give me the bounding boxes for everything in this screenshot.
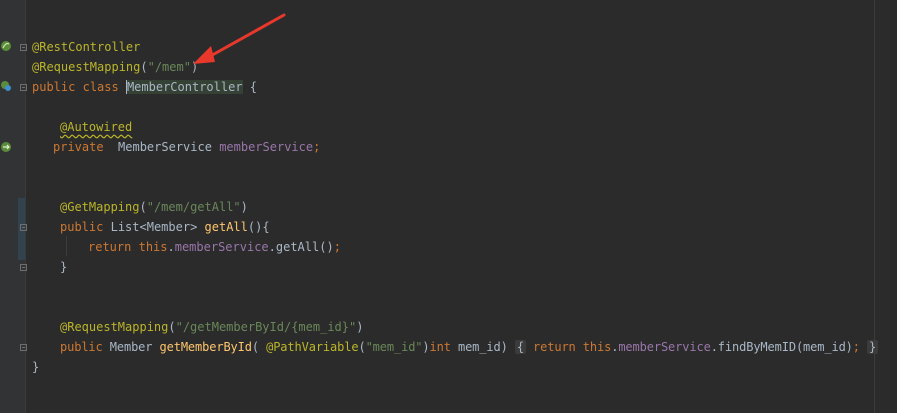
code-line-2[interactable]: @RequestMapping("/mem") xyxy=(32,57,198,77)
indent-guide xyxy=(66,236,67,256)
red-arrow-icon xyxy=(193,13,286,64)
fold-marker-icon[interactable] xyxy=(20,344,27,351)
member-service-field: memberService xyxy=(219,140,314,154)
annotation-autowired: @Autowired xyxy=(60,120,133,134)
code-line-10[interactable]: public List<Member> getAll(){ xyxy=(60,217,270,237)
code-line-6[interactable]: private MemberService memberService; xyxy=(53,137,320,157)
annotation-request-mapping: @RequestMapping xyxy=(32,60,141,74)
code-line-9[interactable]: @GetMapping("/mem/getAll") xyxy=(60,197,248,217)
code-line-3[interactable]: public class MemberController { xyxy=(32,77,257,97)
code-line-12[interactable]: } xyxy=(60,257,67,277)
class-name: MemberController xyxy=(125,80,243,94)
fold-marker-icon[interactable] xyxy=(20,84,27,91)
code-line-1[interactable]: @RestController xyxy=(32,37,140,57)
annotation-rest-controller: @RestController xyxy=(32,40,141,54)
code-line-16[interactable]: public Member getMemberById( @PathVariab… xyxy=(60,337,879,357)
code-line-5[interactable]: @Autowired xyxy=(60,117,132,137)
spring-injection-icon[interactable] xyxy=(0,141,12,153)
fold-marker-icon[interactable] xyxy=(20,224,27,231)
fold-marker-icon[interactable] xyxy=(20,264,27,271)
spring-bean-icon[interactable] xyxy=(0,40,12,52)
folded-block-open[interactable]: { xyxy=(514,340,526,354)
fold-marker-icon[interactable] xyxy=(20,44,27,51)
spring-mapping-icon[interactable] xyxy=(0,80,12,92)
code-line-11[interactable]: return this.memberService.getAll(); xyxy=(88,237,341,257)
folded-block-close[interactable]: } xyxy=(867,340,879,354)
code-line-15[interactable]: @RequestMapping("/getMemberById/{mem_id}… xyxy=(60,317,363,337)
annotation-request-mapping-2: @RequestMapping xyxy=(60,320,169,334)
method-get-member-by-id: getMemberById xyxy=(159,340,252,354)
code-line-17[interactable]: } xyxy=(32,357,39,377)
annotation-get-mapping: @GetMapping xyxy=(60,200,140,214)
method-get-all: getAll xyxy=(204,220,248,234)
